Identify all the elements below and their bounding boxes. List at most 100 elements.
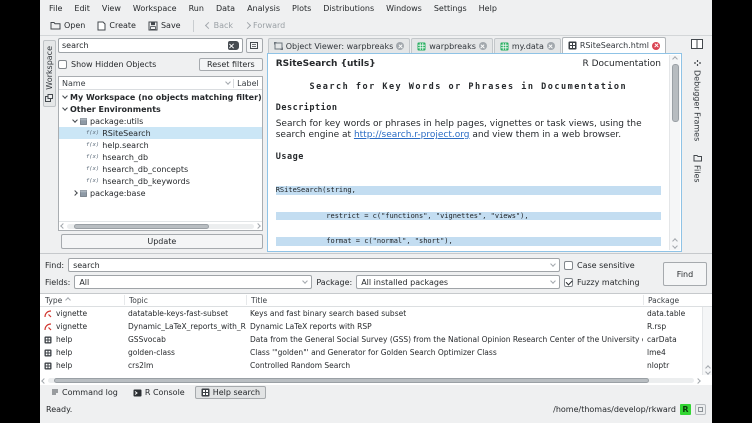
scroll-left-icon[interactable] [41, 378, 47, 384]
forward-button[interactable]: Forward [240, 19, 290, 32]
fuzzy-matching-checkbox[interactable] [564, 278, 573, 287]
menu-item-windows[interactable]: Windows [380, 3, 428, 14]
workspace-search-input[interactable]: search [58, 38, 243, 53]
workspace-icon [45, 94, 53, 102]
help-page-icon [44, 362, 52, 370]
scrollbar-track[interactable] [67, 224, 254, 229]
tree-item-other-environments[interactable]: Other Environments [59, 103, 262, 115]
open-button[interactable]: Open [45, 19, 90, 32]
update-button[interactable]: Update [61, 234, 263, 249]
clear-search-icon[interactable] [228, 41, 239, 50]
scroll-down-icon[interactable] [672, 243, 678, 249]
tab-rsitesearch-html[interactable]: RSiteSearch.html [562, 37, 666, 53]
tab-object-viewer-warpbreaks[interactable]: Object Viewer: warpbreaks [268, 38, 411, 53]
scrollbar-thumb[interactable] [54, 378, 648, 383]
save-button[interactable]: Save [143, 19, 186, 33]
menu-item-run[interactable]: Run [183, 3, 210, 14]
table-row[interactable]: help golden-class Class '"golden"' and G… [40, 346, 712, 359]
menu-item-distributions[interactable]: Distributions [317, 3, 380, 14]
tab-warpbreaks[interactable]: warpbreaks [411, 38, 493, 53]
scroll-right-icon[interactable] [695, 378, 701, 384]
object-tree-header: Name Label [59, 77, 262, 90]
menu-item-settings[interactable]: Settings [428, 3, 473, 14]
table-row[interactable]: help GSSvocab Data from the General Soci… [40, 333, 712, 346]
help-search-tab[interactable]: Help search [195, 386, 266, 399]
filter-options-button[interactable] [246, 38, 263, 53]
menu-item-workspace[interactable]: Workspace [127, 3, 183, 14]
interrupt-button[interactable] [695, 404, 706, 415]
search-r-project-link[interactable]: http://search.r-project.org [354, 130, 470, 140]
menu-item-plots[interactable]: Plots [286, 3, 317, 14]
save-icon [148, 21, 158, 31]
scroll-right-icon[interactable] [255, 223, 261, 229]
scroll-up-icon[interactable] [672, 56, 678, 62]
close-icon[interactable] [547, 42, 555, 50]
tree-item-hsearch-db[interactable]: f(x) hsearch_db [59, 151, 262, 163]
find-term-combobox[interactable]: search [68, 258, 560, 272]
close-icon[interactable] [479, 42, 487, 50]
command-log-tab[interactable]: Command log [46, 387, 123, 398]
r-console-label: R Console [145, 388, 185, 397]
show-hidden-objects-checkbox[interactable] [58, 60, 67, 69]
scrollbar-thumb[interactable] [74, 224, 208, 229]
chevron-down-icon[interactable] [72, 117, 78, 123]
scroll-down-icon[interactable] [705, 369, 711, 375]
column-divider [233, 79, 234, 88]
back-button[interactable]: Back [201, 19, 238, 32]
tree-item-package-base[interactable]: package:base [59, 187, 262, 199]
type-column-header[interactable]: Type [40, 295, 124, 305]
name-column-header[interactable]: Name [62, 79, 86, 88]
tree-item-hsearch-db-concepts[interactable]: f(x) hsearch_db_concepts [59, 163, 262, 175]
menu-item-help[interactable]: Help [473, 3, 503, 14]
menu-item-view[interactable]: View [96, 3, 127, 14]
chevron-right-icon[interactable] [72, 190, 78, 196]
menu-item-edit[interactable]: Edit [68, 3, 96, 14]
menu-item-analysis[interactable]: Analysis [241, 3, 286, 14]
table-row[interactable]: vignette Dynamic_LaTeX_reports_with_RSP … [40, 320, 712, 333]
tree-item-my-workspace[interactable]: My Workspace (no objects matching filter… [59, 91, 262, 103]
close-icon[interactable] [396, 42, 404, 50]
split-view-button[interactable] [691, 39, 703, 49]
table-row[interactable]: vignette datatable-keys-fast-subset Keys… [40, 307, 712, 320]
table-row[interactable]: help crs2lm Controlled Random Search nlo… [40, 359, 712, 372]
package-column-header[interactable]: Package [643, 295, 701, 305]
tree-item-hsearch-db-keywords[interactable]: f(x) hsearch_db_keywords [59, 175, 262, 187]
chevron-down-icon[interactable] [62, 93, 68, 99]
chevron-down-icon[interactable] [62, 105, 68, 111]
menu-item-data[interactable]: Data [210, 3, 241, 14]
tree-horizontal-scrollbar[interactable] [59, 221, 262, 230]
scroll-left-icon[interactable] [60, 223, 66, 229]
tree-item-help-search[interactable]: f(x) help.search [59, 139, 262, 151]
results-vertical-scrollbar[interactable] [702, 307, 712, 375]
description-paragraph: Search for key words or phrases in help … [276, 119, 661, 141]
case-sensitive-checkbox[interactable] [564, 261, 573, 270]
create-button[interactable]: Create [92, 19, 141, 33]
tree-item-label: Other Environments [70, 105, 161, 114]
tab-my-data[interactable]: my.data [494, 38, 561, 53]
title-column-header[interactable]: Title [246, 295, 643, 305]
package-value: All installed packages [361, 278, 547, 287]
scrollbar-thumb[interactable] [672, 64, 679, 122]
label-column-header[interactable]: Label [237, 79, 259, 88]
topic-column-header[interactable]: Topic [124, 295, 246, 305]
reset-filters-button[interactable]: Reset filters [199, 58, 263, 71]
left-dock-strip: Workspace [40, 36, 58, 253]
files-dock-tab[interactable]: Files [692, 151, 703, 186]
results-horizontal-scrollbar[interactable] [40, 378, 702, 383]
menu-item-file[interactable]: File [43, 3, 68, 14]
new-document-icon [97, 21, 106, 31]
debugger-frames-dock-tab[interactable]: Debugger Frames [692, 56, 703, 144]
workspace-dock-tab[interactable]: Workspace [43, 40, 56, 107]
close-icon[interactable] [652, 42, 660, 50]
console-icon [133, 389, 142, 397]
document-vertical-scrollbar[interactable] [669, 55, 680, 250]
r-console-tab[interactable]: R Console [128, 387, 190, 398]
scrollbar-track[interactable] [48, 378, 694, 383]
tree-item-package-utils[interactable]: package:utils [59, 115, 262, 127]
function-icon: f(x) [86, 142, 99, 148]
tree-item-rsitesearch[interactable]: f(x) RSiteSearch [59, 127, 262, 139]
function-icon: f(x) [86, 154, 99, 160]
package-combobox[interactable]: All installed packages [356, 275, 560, 289]
find-button[interactable]: Find [663, 262, 707, 286]
fields-combobox[interactable]: All [74, 275, 312, 289]
